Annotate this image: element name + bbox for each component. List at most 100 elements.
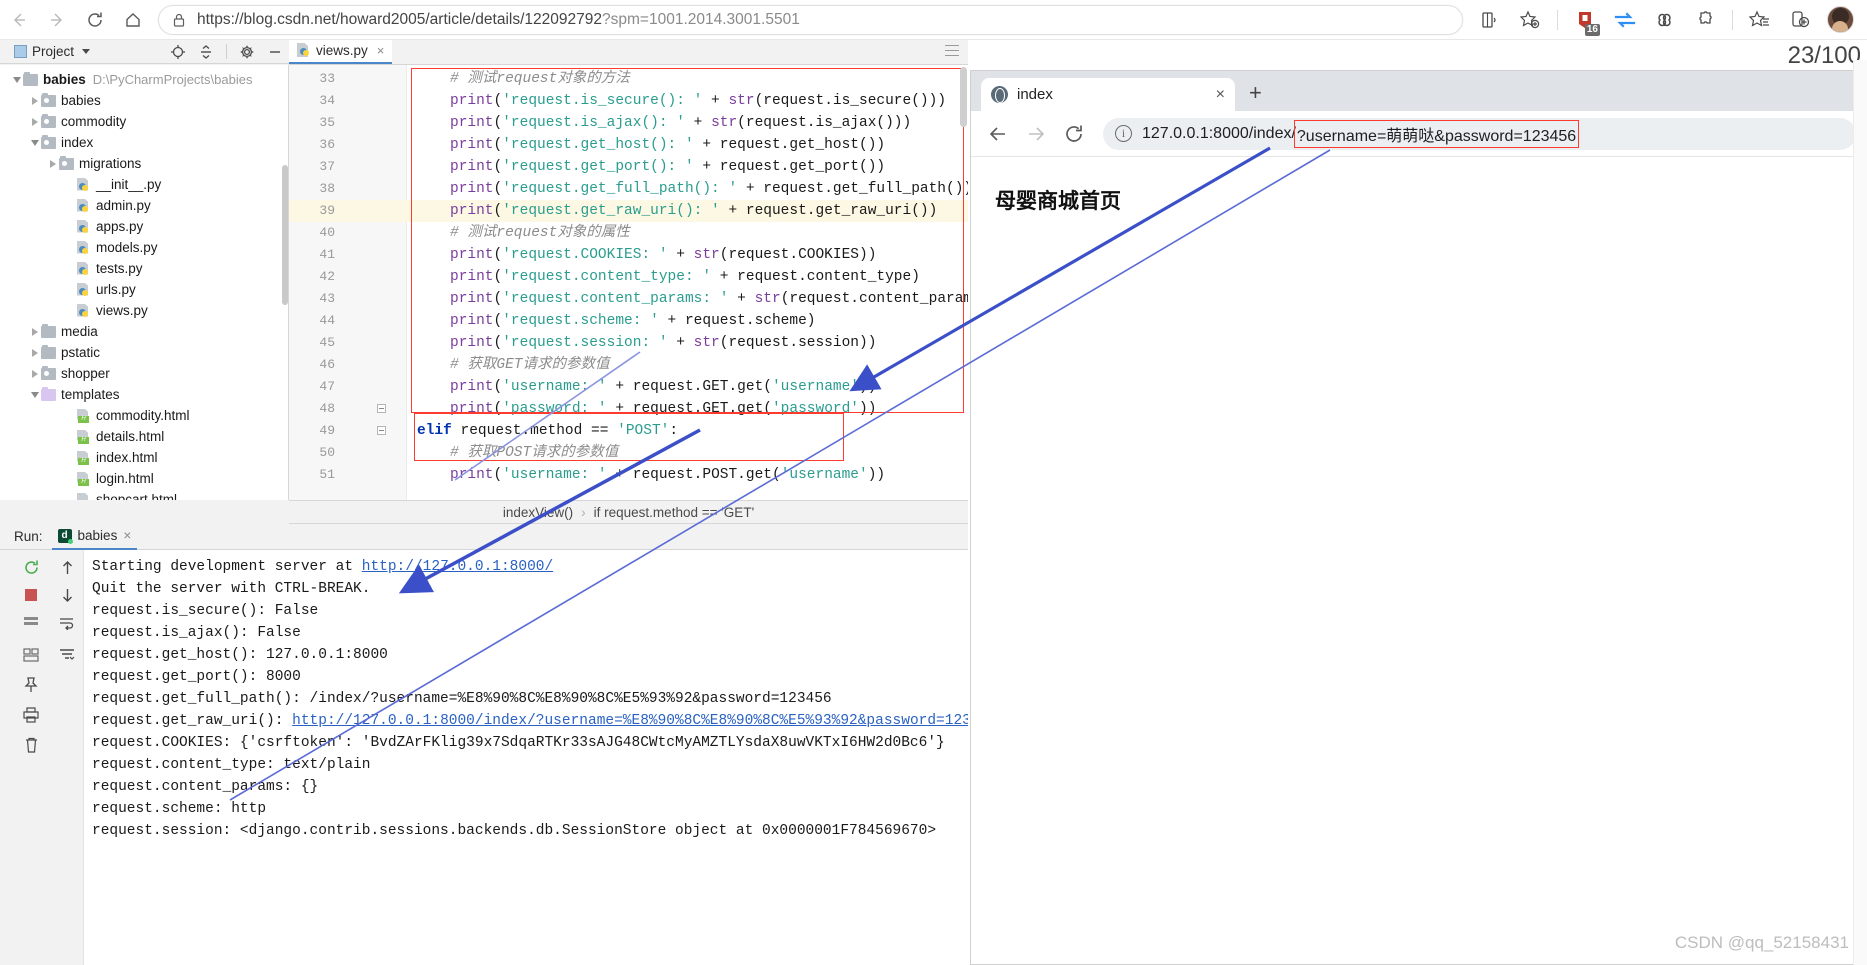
console-link[interactable]: http://127.0.0.1:8000/ <box>362 559 553 575</box>
address-bar[interactable]: https://blog.csdn.net/howard2005/article… <box>158 4 1463 35</box>
inner-address-bar[interactable]: i 127.0.0.1:8000/index/?username=萌萌哒&pas… <box>1103 117 1856 150</box>
minimize-icon[interactable] <box>267 44 283 60</box>
sync-extension-icon[interactable] <box>1606 3 1644 37</box>
chevron-right-icon[interactable] <box>28 327 41 336</box>
expand-icon[interactable] <box>20 612 42 634</box>
add-collection-icon[interactable] <box>1781 3 1819 37</box>
tree-item-commodity[interactable]: commodity <box>0 111 288 132</box>
code-token: + <box>606 467 633 483</box>
inner-browser-tab[interactable]: index × <box>981 78 1235 111</box>
console-line: request.get_port(): 8000 <box>92 666 301 688</box>
tree-item-babies[interactable]: babies <box>0 90 288 111</box>
tree-item-label: __init__.py <box>96 177 162 192</box>
stop-icon[interactable] <box>20 584 42 606</box>
chevron-right-icon[interactable] <box>28 117 41 126</box>
reload-icon[interactable] <box>76 3 114 37</box>
grid-view-icon[interactable] <box>945 45 959 57</box>
code-token: str <box>754 291 781 307</box>
chevron-right-icon[interactable] <box>28 96 41 105</box>
home-icon[interactable] <box>114 3 152 37</box>
close-icon[interactable]: × <box>1216 86 1225 104</box>
editor-scrollbar[interactable] <box>960 67 967 127</box>
gear-icon[interactable] <box>239 44 255 60</box>
locate-icon[interactable] <box>170 44 186 60</box>
tree-item-index[interactable]: index <box>0 132 288 153</box>
infinity-extension-icon[interactable] <box>1646 3 1684 37</box>
add-favorite-icon[interactable] <box>1511 3 1549 37</box>
run-tab-babies[interactable]: d babies × <box>51 524 138 550</box>
favorites-list-icon[interactable] <box>1741 3 1779 37</box>
forward-arrow-icon[interactable] <box>38 3 76 37</box>
back-arrow-icon[interactable] <box>0 3 38 37</box>
collections-extension-icon[interactable]: 16 <box>1566 3 1604 37</box>
reload-icon[interactable] <box>1057 117 1091 151</box>
tree-item-__init__-py[interactable]: __init__.py <box>0 174 288 195</box>
tree-item-templates[interactable]: templates <box>0 384 288 405</box>
trash-icon[interactable] <box>20 734 42 756</box>
tree-item-shopcart-html[interactable]: Hshopcart.html <box>0 489 288 500</box>
console-link[interactable]: http://127.0.0.1:8000/index/?username=%E… <box>292 713 968 729</box>
back-arrow-icon[interactable] <box>981 117 1015 151</box>
close-icon[interactable]: × <box>123 528 131 543</box>
code-token: ) <box>911 269 920 285</box>
chevron-right-icon[interactable] <box>46 159 59 168</box>
read-aloud-icon[interactable] <box>1471 3 1509 37</box>
code-line: print('request.scheme: ' + request.schem… <box>407 310 816 332</box>
code-token: print <box>450 203 494 219</box>
project-tool-window-button[interactable]: Project <box>0 44 91 59</box>
code-content[interactable]: # 测试request对象的方法 print('request.is_secure… <box>407 65 968 500</box>
code-line: # 测试request对象的方法 <box>407 68 630 90</box>
tree-item-pstatic[interactable]: pstatic <box>0 342 288 363</box>
tree-scrollbar[interactable] <box>282 165 288 305</box>
tree-item-tests-py[interactable]: tests.py <box>0 258 288 279</box>
code-line: print('request.get_port(): ' + request.g… <box>407 156 885 178</box>
chevron-down-icon[interactable] <box>28 391 41 398</box>
console-output[interactable]: Starting development server at http://12… <box>84 550 968 965</box>
chevron-right-icon[interactable] <box>28 369 41 378</box>
tree-item-shopper[interactable]: shopper <box>0 363 288 384</box>
tree-item-urls-py[interactable]: urls.py <box>0 279 288 300</box>
rerun-icon[interactable] <box>20 556 42 578</box>
collapse-all-icon[interactable] <box>198 44 214 60</box>
scroll-up-icon[interactable] <box>56 556 78 578</box>
editor-tab-views-py[interactable]: views.py × <box>289 40 393 64</box>
print-layout-icon[interactable] <box>20 644 42 666</box>
project-tree[interactable]: babies D:\PyCharmProjects\babies babies com… <box>0 65 289 500</box>
code-fold-marker[interactable] <box>377 426 388 437</box>
code-token: ( <box>763 401 772 417</box>
code-token: 'request.content_type: ' <box>502 269 712 285</box>
print-icon[interactable] <box>20 704 42 726</box>
chevron-down-icon[interactable] <box>82 49 91 54</box>
tree-item-login-html[interactable]: Hlogin.html <box>0 468 288 489</box>
site-info-icon[interactable]: i <box>1115 125 1132 142</box>
tree-item-details-html[interactable]: Hdetails.html <box>0 426 288 447</box>
tree-item-admin-py[interactable]: admin.py <box>0 195 288 216</box>
pin-icon[interactable] <box>20 674 42 696</box>
chevron-down-icon[interactable] <box>10 76 23 83</box>
forward-arrow-icon[interactable] <box>1019 117 1053 151</box>
tree-item-index-html[interactable]: Hindex.html <box>0 447 288 468</box>
scroll-down-icon[interactable] <box>56 584 78 606</box>
tree-item-commodity-html[interactable]: Hcommodity.html <box>0 405 288 426</box>
chevron-right-icon[interactable] <box>28 348 41 357</box>
close-icon[interactable]: × <box>377 43 385 58</box>
tree-item-migrations[interactable]: migrations <box>0 153 288 174</box>
code-token: ( <box>754 93 764 109</box>
breadcrumb-function[interactable]: indexView() <box>503 505 573 520</box>
tree-item-apps-py[interactable]: apps.py <box>0 216 288 237</box>
tree-item-views-py[interactable]: views.py <box>0 300 288 321</box>
tree-item-media[interactable]: media <box>0 321 288 342</box>
soft-wrap-icon[interactable] <box>56 612 78 634</box>
code-fold-marker[interactable] <box>377 404 388 415</box>
chevron-down-icon[interactable] <box>28 139 41 146</box>
template-folder-icon <box>41 386 56 401</box>
code-token: + <box>658 313 685 329</box>
code-editor[interactable]: 33 34 35 36 37 38 39 40 41 42 43 44 45 46 47 48 49 50 51 #… <box>289 65 968 500</box>
avatar[interactable] <box>1821 3 1859 37</box>
breadcrumb-condition[interactable]: if request.method == 'GET' <box>594 505 754 520</box>
tree-item-babies[interactable]: babies D:\PyCharmProjects\babies <box>0 69 288 90</box>
filter-icon[interactable] <box>56 644 78 666</box>
new-tab-button[interactable]: + <box>1249 80 1262 106</box>
tree-item-models-py[interactable]: models.py <box>0 237 288 258</box>
puzzle-extensions-icon[interactable] <box>1686 3 1724 37</box>
